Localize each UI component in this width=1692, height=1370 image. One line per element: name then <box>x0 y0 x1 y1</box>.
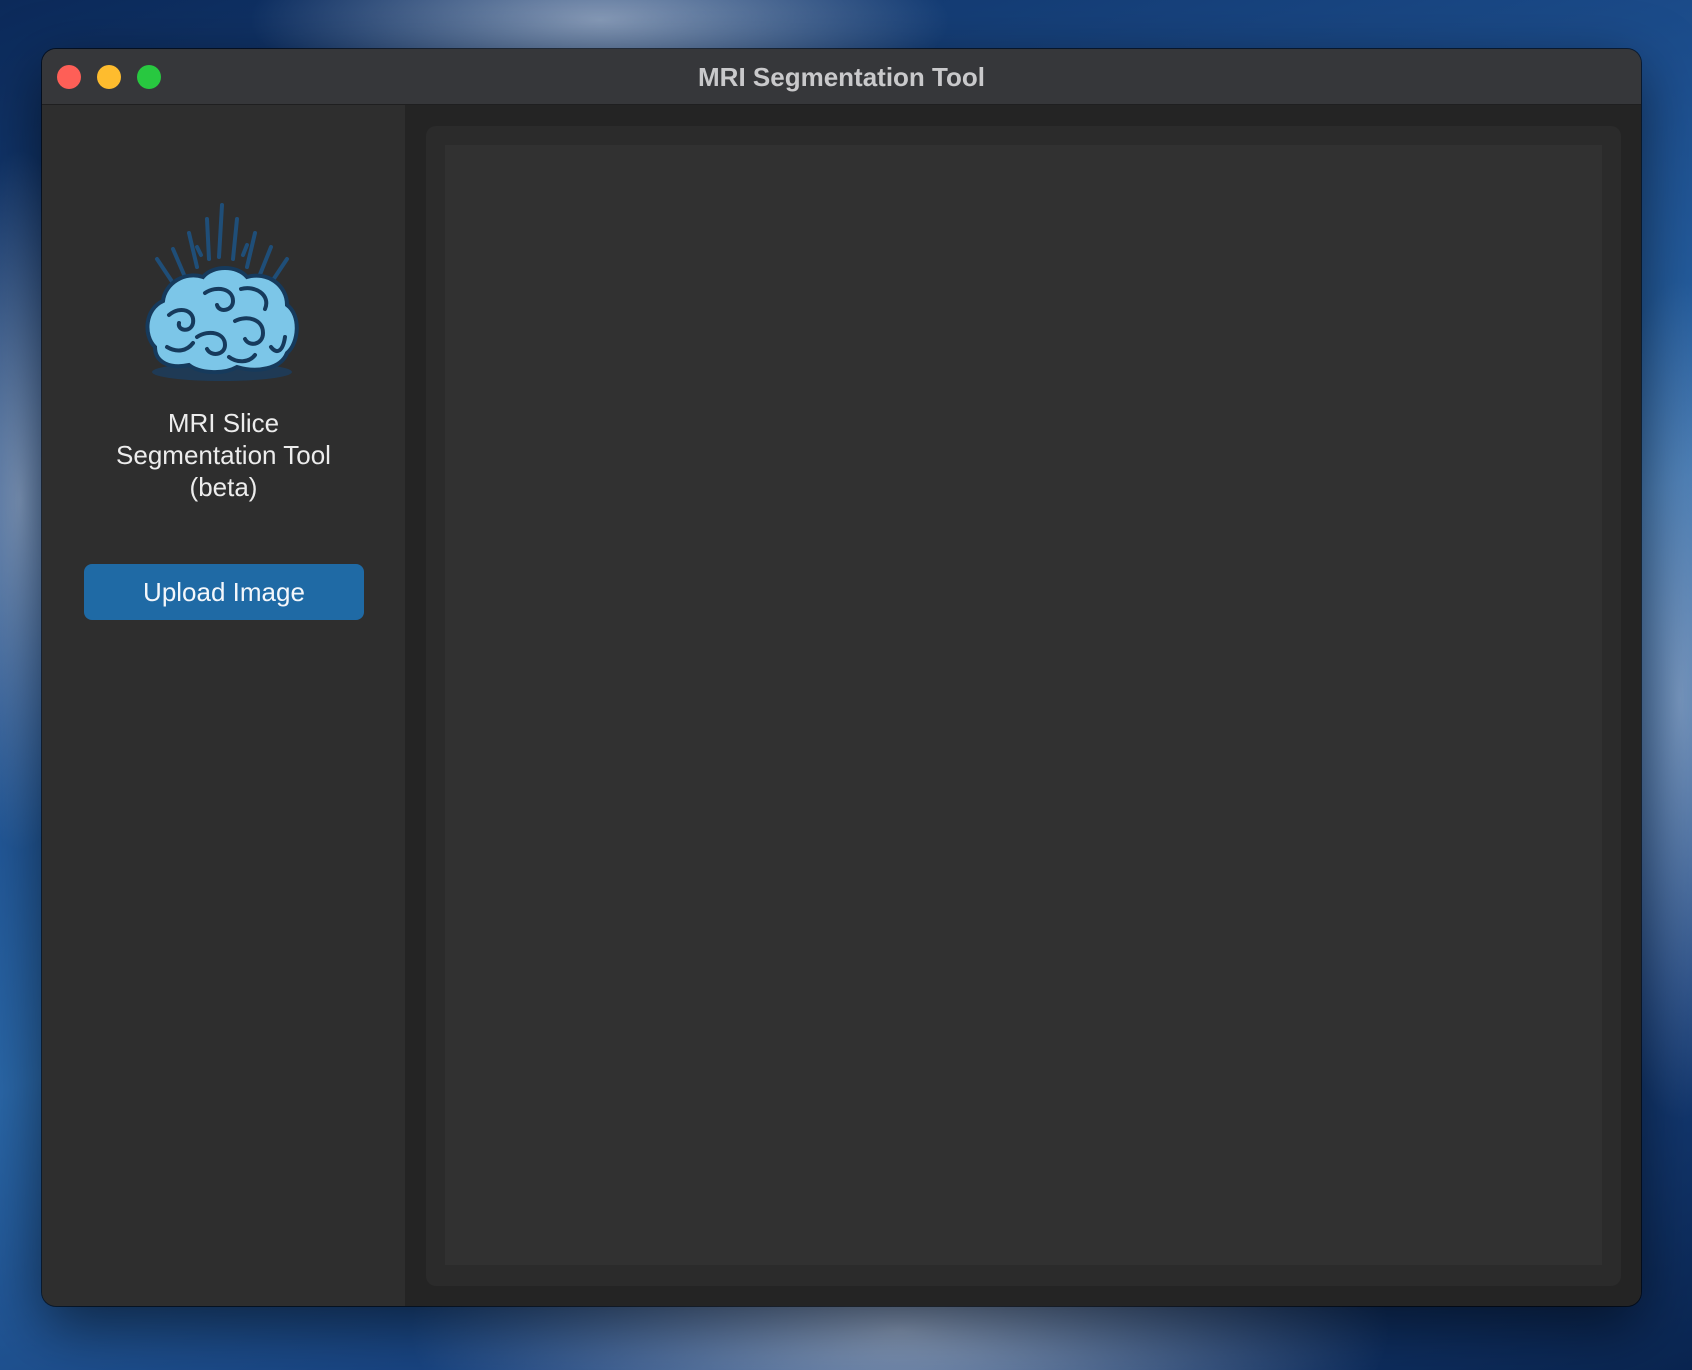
image-canvas[interactable] <box>445 145 1602 1265</box>
app-name-line-3: (beta) <box>189 472 258 502</box>
app-name: MRI Slice Segmentation Tool (beta) <box>72 407 375 503</box>
image-frame <box>426 126 1621 1286</box>
upload-image-button[interactable]: Upload Image <box>84 564 364 620</box>
main-panel <box>405 105 1641 1306</box>
sidebar: MRI Slice Segmentation Tool (beta) Uploa… <box>42 105 405 1306</box>
app-name-line-1: MRI Slice <box>167 408 280 438</box>
app-window: MRI Segmentation Tool MRI Slice Segmenta… <box>42 49 1641 1306</box>
window-title: MRI Segmentation Tool <box>698 62 985 92</box>
brain-icon <box>145 203 299 381</box>
title-bar[interactable]: MRI Segmentation Tool <box>42 49 1641 105</box>
app-name-line-2: Segmentation Tool <box>116 440 331 470</box>
